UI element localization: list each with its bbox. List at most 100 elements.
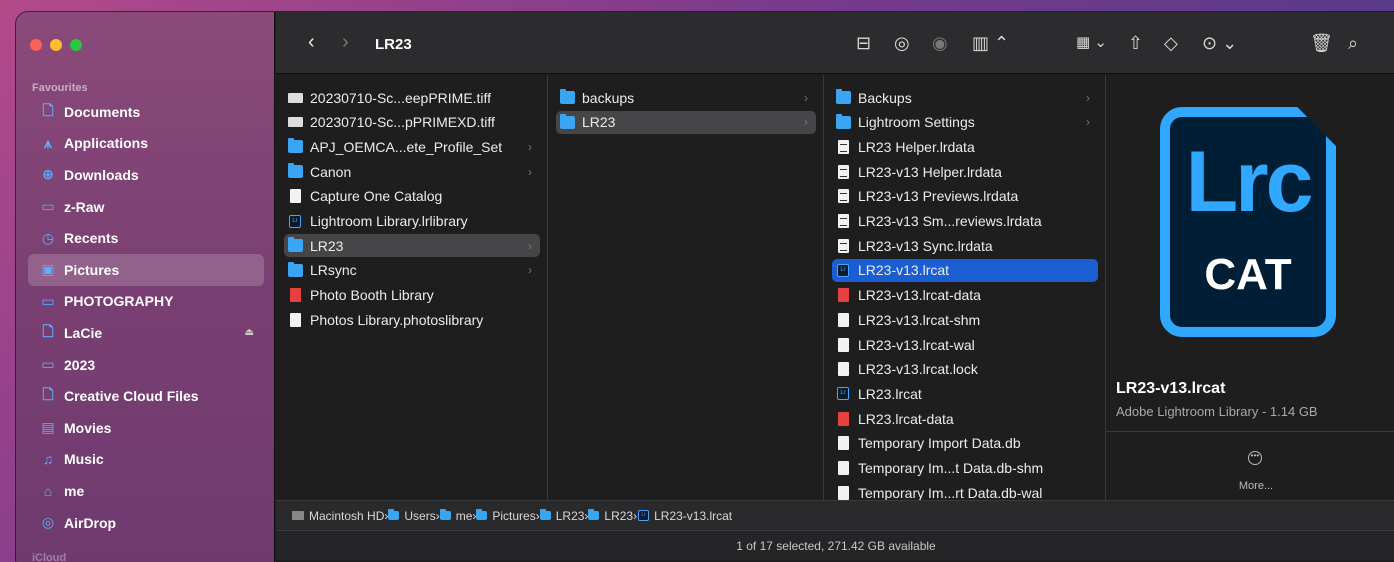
file-row[interactable]: Backups › xyxy=(832,86,1098,109)
data-file-icon xyxy=(290,288,301,303)
file-row[interactable]: 20230710-Sc...eepPRIME.tiff xyxy=(284,86,540,109)
sidebar-item-creative-cloud-files[interactable]: 🗋 Creative Cloud Files xyxy=(28,380,264,412)
breadcrumb-item[interactable]: Users xyxy=(388,508,436,523)
breadcrumb-item[interactable]: LR23 xyxy=(588,509,633,523)
sidebar-item-photography[interactable]: ▭ PHOTOGRAPHY xyxy=(28,286,264,318)
search-icon[interactable]: ⌕ xyxy=(1348,33,1358,53)
breadcrumb-item[interactable]: me xyxy=(439,509,472,523)
file-row[interactable]: Lr LR23-v13.lrcat xyxy=(832,258,1098,282)
column-2[interactable]: backups › LR23 › xyxy=(548,75,824,500)
share-users-icon[interactable]: ◉ xyxy=(932,33,948,53)
folder-icon: ▭ xyxy=(41,356,55,373)
group-icon[interactable]: ▦ ⌄ xyxy=(1076,33,1107,53)
file-name: 20230710-Sc...eepPRIME.tiff xyxy=(310,89,492,106)
sidebar-item-me[interactable]: ⌂ me xyxy=(28,475,264,507)
file-name: Canon xyxy=(310,163,352,180)
sidebar-item-lacie[interactable]: 🗋 LaCie ⏏ xyxy=(28,317,264,349)
window-controls xyxy=(30,39,82,51)
file-row[interactable]: Temporary Import Data.db xyxy=(832,432,1098,455)
share-icon[interactable]: ⇧ xyxy=(1128,33,1143,53)
tag-icon[interactable]: ◇ xyxy=(1164,33,1178,53)
breadcrumb-item[interactable]: LR23 xyxy=(539,509,584,523)
more-actions-icon[interactable]: ⊙ ⌄ xyxy=(1202,33,1237,53)
file-row[interactable]: LR23-v13.lrcat-data xyxy=(832,284,1098,307)
chevron-right-icon: › xyxy=(1086,115,1090,130)
sidebar-item-airdrop[interactable]: ◎ AirDrop xyxy=(28,507,264,539)
file-row[interactable]: LR23 › xyxy=(284,234,540,258)
sidebar-item-recents[interactable]: ◷ Recents xyxy=(28,222,264,254)
status-bar: 1 of 17 selected, 271.42 GB available xyxy=(276,530,1394,560)
file-row[interactable]: LR23.lrcat-data xyxy=(832,407,1098,430)
file-row[interactable]: Lightroom Settings › xyxy=(832,111,1098,134)
sidebar-item-label: Movies xyxy=(64,419,112,436)
file-name: LR23.lrcat xyxy=(858,385,922,402)
file-row[interactable]: Temporary Im...t Data.db-shm xyxy=(832,457,1098,480)
file-row[interactable]: LR23-v13 Sync.lrdata xyxy=(832,234,1098,257)
folder-icon xyxy=(588,509,600,520)
breadcrumb-item[interactable]: Lr LR23-v13.lrcat xyxy=(637,509,732,523)
breadcrumb-label: Users xyxy=(404,508,436,523)
file-name: LR23 xyxy=(582,114,616,131)
file-row[interactable]: LR23-v13.lrcat.lock xyxy=(832,358,1098,381)
close-button[interactable] xyxy=(30,39,42,51)
file-row[interactable]: backups › xyxy=(556,86,816,109)
file-row[interactable]: 20230710-Sc...pPRIMEXD.tiff xyxy=(284,111,540,134)
sidebar-item-documents[interactable]: 🗋 Documents xyxy=(28,96,264,128)
minimize-button[interactable] xyxy=(50,39,62,51)
sidebar-item-z-raw[interactable]: ▭ z-Raw xyxy=(28,191,264,223)
eject-icon[interactable]: ⏏ xyxy=(245,327,254,338)
sidebar-item-pictures[interactable]: ▣ Pictures xyxy=(28,253,264,286)
sidebar-item-movies[interactable]: ▤ Movies xyxy=(28,412,264,444)
back-button[interactable]: ‹ xyxy=(308,31,315,54)
file-row[interactable]: Canon › xyxy=(284,160,540,183)
preview-file-name: LR23-v13.lrcat xyxy=(1116,380,1226,397)
zoom-button[interactable] xyxy=(70,39,82,51)
breadcrumb-item[interactable]: Pictures xyxy=(476,509,536,523)
file-name: LR23-v13 Helper.lrdata xyxy=(858,163,1002,180)
more-icon[interactable]: ••• xyxy=(1248,451,1262,465)
file-row[interactable]: LR23-v13.lrcat-shm xyxy=(832,308,1098,331)
sidebar-item-downloads[interactable]: ⊕ Downloads xyxy=(28,159,264,191)
package-file-icon xyxy=(838,164,849,179)
document-icon xyxy=(290,189,301,204)
sidebar-item-applications[interactable]: ⩚ Applications xyxy=(28,128,264,160)
more-button[interactable]: More... xyxy=(1226,480,1286,492)
airdrop-icon[interactable]: ◎ xyxy=(894,33,910,53)
document-icon xyxy=(838,312,849,327)
sidebar-item-2023[interactable]: ▭ 2023 xyxy=(28,349,264,381)
file-row[interactable]: Capture One Catalog xyxy=(284,185,540,208)
lightroom-file-icon: Lr xyxy=(638,510,650,521)
forward-button[interactable]: › xyxy=(342,31,349,54)
folder-icon xyxy=(388,509,400,520)
home-icon: ⌂ xyxy=(43,482,53,499)
file-name: LR23-v13.lrcat-data xyxy=(858,287,981,304)
breadcrumb-item[interactable]: Macintosh HD xyxy=(292,509,384,523)
sidebar-item-label: Applications xyxy=(64,135,149,152)
file-row[interactable]: LR23 Helper.lrdata xyxy=(832,135,1098,158)
file-row[interactable]: Lr LR23.lrcat xyxy=(832,382,1098,405)
file-row[interactable]: Photo Booth Library xyxy=(284,284,540,307)
file-row[interactable]: Lr Lightroom Library.lrlibrary xyxy=(284,210,540,233)
file-row[interactable]: LR23 › xyxy=(556,110,816,134)
column-1[interactable]: 20230710-Sc...eepPRIME.tiff 20230710-Sc..… xyxy=(276,75,548,500)
file-row[interactable]: LR23-v13 Sm...reviews.lrdata xyxy=(832,210,1098,233)
file-row[interactable]: Photos Library.photoslibrary xyxy=(284,308,540,331)
sidebar-item-label: AirDrop xyxy=(64,514,117,531)
file-name: Backups xyxy=(858,89,912,106)
file-row[interactable]: LR23-v13 Helper.lrdata xyxy=(832,160,1098,183)
sidebar-item-label: Pictures xyxy=(64,261,120,278)
file-row[interactable]: LR23-v13.lrcat-wal xyxy=(832,333,1098,356)
column-3[interactable]: Backups › Lightroom Settings › LR23 Helper.l… xyxy=(824,75,1106,501)
trash-icon[interactable]: 🗑 xyxy=(1310,33,1333,53)
data-file-icon xyxy=(838,411,849,426)
column-view-icon[interactable]: ▥ ⌃ xyxy=(972,33,1009,53)
file-row[interactable]: LR23-v13 Previews.lrdata xyxy=(832,185,1098,208)
sidebar-item-label: Downloads xyxy=(64,166,139,183)
file-row[interactable]: APJ_OEMCA...ete_Profile_Set › xyxy=(284,135,540,158)
clock-icon: ◷ xyxy=(41,229,55,246)
file-name: Lightroom Library.lrlibrary xyxy=(310,213,468,229)
file-name: LR23-v13.lrcat-wal xyxy=(858,336,975,353)
network-icon[interactable]: ⊟ xyxy=(856,33,871,53)
file-row[interactable]: LRsync › xyxy=(284,259,540,282)
sidebar-item-music[interactable]: ♫ Music xyxy=(28,444,264,476)
